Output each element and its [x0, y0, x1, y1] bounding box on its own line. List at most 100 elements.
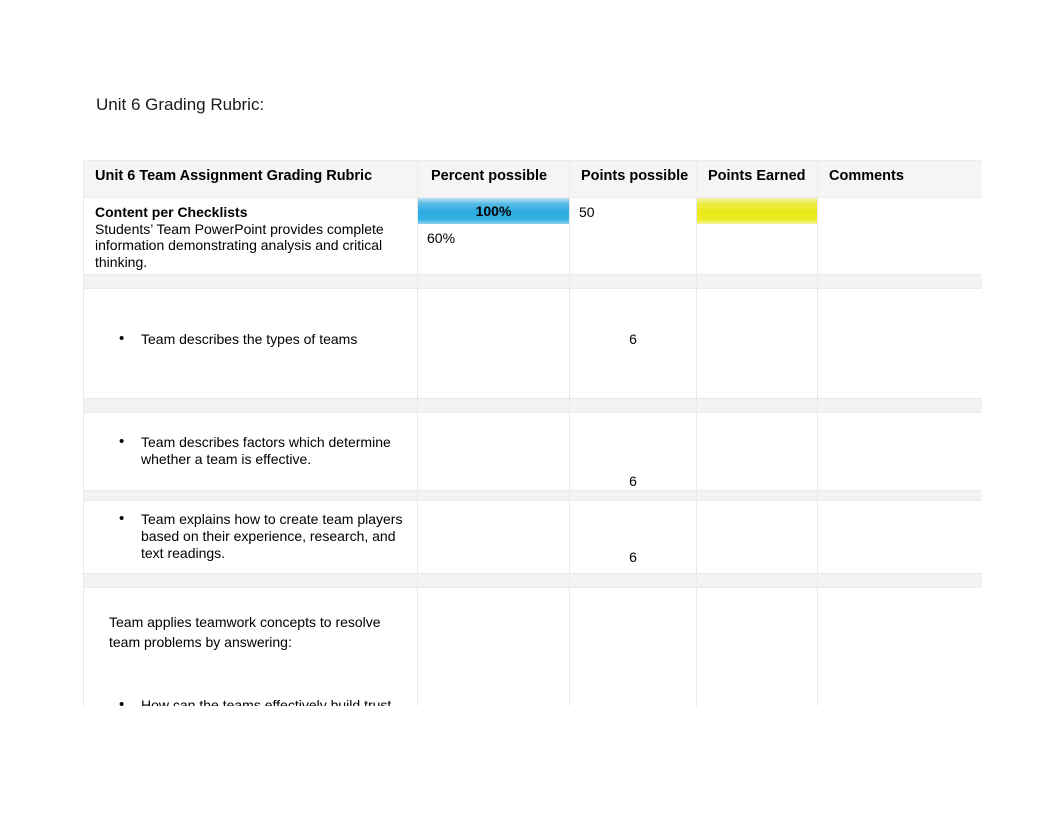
spacer-cell	[817, 398, 982, 413]
header-cell-points-possible: Points possible	[569, 160, 697, 198]
cell-percent-possible: 100% 60%	[417, 197, 570, 275]
points-possible-value: 50	[579, 204, 595, 220]
criteria-block: Content per Checklists Students’ Team Po…	[84, 198, 417, 274]
cell-criteria: Content per Checklists Students’ Team Po…	[83, 197, 418, 275]
table-row: Team describes the types of teams 6	[83, 288, 982, 399]
cell-comments[interactable]	[817, 586, 982, 706]
cell-points-possible[interactable]	[569, 586, 697, 706]
cell-points-earned[interactable]	[696, 586, 818, 706]
cell-points-earned[interactable]	[696, 412, 818, 491]
spacer-cell	[569, 572, 697, 588]
rubric-table-container: Unit 6 Team Assignment Grading Rubric Pe…	[83, 160, 982, 706]
spacer-cell	[417, 274, 570, 289]
criteria-description: Students’ Team PowerPoint provides compl…	[95, 220, 384, 270]
cell-criteria: Team describes the types of teams	[83, 288, 418, 399]
cell-comments[interactable]	[817, 412, 982, 491]
list-item: Team describes the types of teams	[84, 330, 417, 348]
table-spacer-row	[83, 572, 982, 588]
spacer-cell	[696, 398, 818, 413]
criteria-bullet-block: How can the teams effectively build trus…	[84, 652, 417, 707]
spacer-cell	[417, 572, 570, 588]
spacer-cell	[83, 398, 418, 413]
column-header-criteria: Unit 6 Team Assignment Grading Rubric	[95, 168, 373, 184]
points-earned-highlight[interactable]	[697, 198, 817, 224]
grading-rubric-table: Unit 6 Team Assignment Grading Rubric Pe…	[83, 160, 982, 706]
criteria-bullet-list: How can the teams effectively build trus…	[84, 696, 417, 707]
table-row: Team describes factors which determine w…	[83, 412, 982, 491]
cell-points-possible: 6	[569, 412, 697, 491]
criteria-bullet-list: Team describes factors which determine w…	[84, 433, 417, 468]
criteria-description: Team applies teamwork concepts to resolv…	[109, 613, 381, 650]
table-row: Content per Checklists Students’ Team Po…	[83, 197, 982, 275]
criteria-heading: Content per Checklists	[95, 204, 248, 220]
cell-points-possible: 6	[569, 288, 697, 399]
spacer-cell	[696, 274, 818, 289]
list-item: Team describes factors which determine w…	[84, 433, 417, 468]
spacer-cell	[569, 489, 697, 501]
spacer-cell	[417, 489, 570, 501]
cell-comments[interactable]	[817, 288, 982, 399]
header-cell-comments: Comments	[817, 160, 982, 198]
table-row: Team explains how to create team players…	[83, 499, 982, 574]
column-header-percent-possible: Percent possible	[431, 168, 548, 184]
table-spacer-row	[83, 398, 982, 413]
cell-points-earned[interactable]	[696, 288, 818, 399]
points-possible-value: 6	[629, 548, 637, 565]
cell-percent-possible[interactable]	[417, 412, 570, 491]
criteria-block: Team applies teamwork concepts to resolv…	[84, 588, 417, 652]
comments-value[interactable]	[818, 289, 982, 299]
spacer-cell	[696, 572, 818, 588]
percent-possible-value[interactable]	[418, 588, 569, 598]
percent-possible-secondary: 60%	[427, 230, 456, 246]
header-cell-percent-possible: Percent possible	[417, 160, 570, 198]
list-item: How can the teams effectively build trus…	[84, 696, 417, 707]
points-possible-value: 6	[629, 473, 637, 489]
table-header-row: Unit 6 Team Assignment Grading Rubric Pe…	[83, 160, 982, 198]
page-title: Unit 6 Grading Rubric:	[96, 95, 265, 114]
comments-value[interactable]	[818, 413, 982, 423]
points-possible-value: 6	[629, 331, 637, 347]
percent-possible-value[interactable]	[418, 413, 569, 423]
cell-comments[interactable]	[817, 499, 982, 574]
column-header-comments: Comments	[829, 168, 904, 184]
cell-criteria: Team applies teamwork concepts to resolv…	[83, 586, 418, 707]
spacer-cell	[83, 572, 418, 588]
column-header-points-earned: Points Earned	[708, 168, 806, 184]
cell-percent-possible[interactable]	[417, 586, 570, 706]
spacer-cell	[696, 489, 818, 501]
criteria-block: Team explains how to create team players…	[84, 501, 417, 573]
comments-value[interactable]	[818, 198, 982, 208]
spacer-cell	[817, 489, 982, 501]
percent-possible-value[interactable]	[418, 289, 569, 299]
spacer-cell	[569, 398, 697, 413]
spacer-cell	[817, 572, 982, 588]
criteria-block: Team describes the types of teams	[84, 289, 417, 398]
cell-points-possible: 6	[569, 499, 697, 574]
cell-points-earned[interactable]	[696, 197, 818, 275]
spacer-cell	[83, 274, 418, 289]
cell-percent-possible[interactable]	[417, 499, 570, 574]
comments-value[interactable]	[818, 588, 982, 598]
spacer-cell	[817, 274, 982, 289]
spacer-cell	[569, 274, 697, 289]
list-item: Team explains how to create team players…	[84, 510, 417, 562]
cell-comments[interactable]	[817, 197, 982, 275]
cell-criteria: Team describes factors which determine w…	[83, 412, 418, 491]
table-spacer-row	[83, 489, 982, 501]
cell-points-possible: 50	[569, 197, 697, 275]
criteria-block: Team describes factors which determine w…	[84, 413, 417, 489]
spacer-cell	[83, 489, 418, 501]
percent-possible-value[interactable]	[418, 501, 569, 511]
column-header-points-possible: Points possible	[581, 168, 689, 184]
table-row: Team applies teamwork concepts to resolv…	[83, 586, 982, 707]
criteria-bullet-list: Team describes the types of teams	[84, 330, 417, 348]
header-cell-criteria: Unit 6 Team Assignment Grading Rubric	[83, 160, 418, 198]
table-spacer-row	[83, 274, 982, 289]
spacer-cell	[417, 398, 570, 413]
criteria-bullet-list: Team explains how to create team players…	[84, 510, 417, 562]
cell-percent-possible[interactable]	[417, 288, 570, 399]
percent-possible-highlight: 100%	[418, 198, 569, 224]
cell-criteria: Team explains how to create team players…	[83, 499, 418, 574]
cell-points-earned[interactable]	[696, 499, 818, 574]
comments-value[interactable]	[818, 501, 982, 511]
